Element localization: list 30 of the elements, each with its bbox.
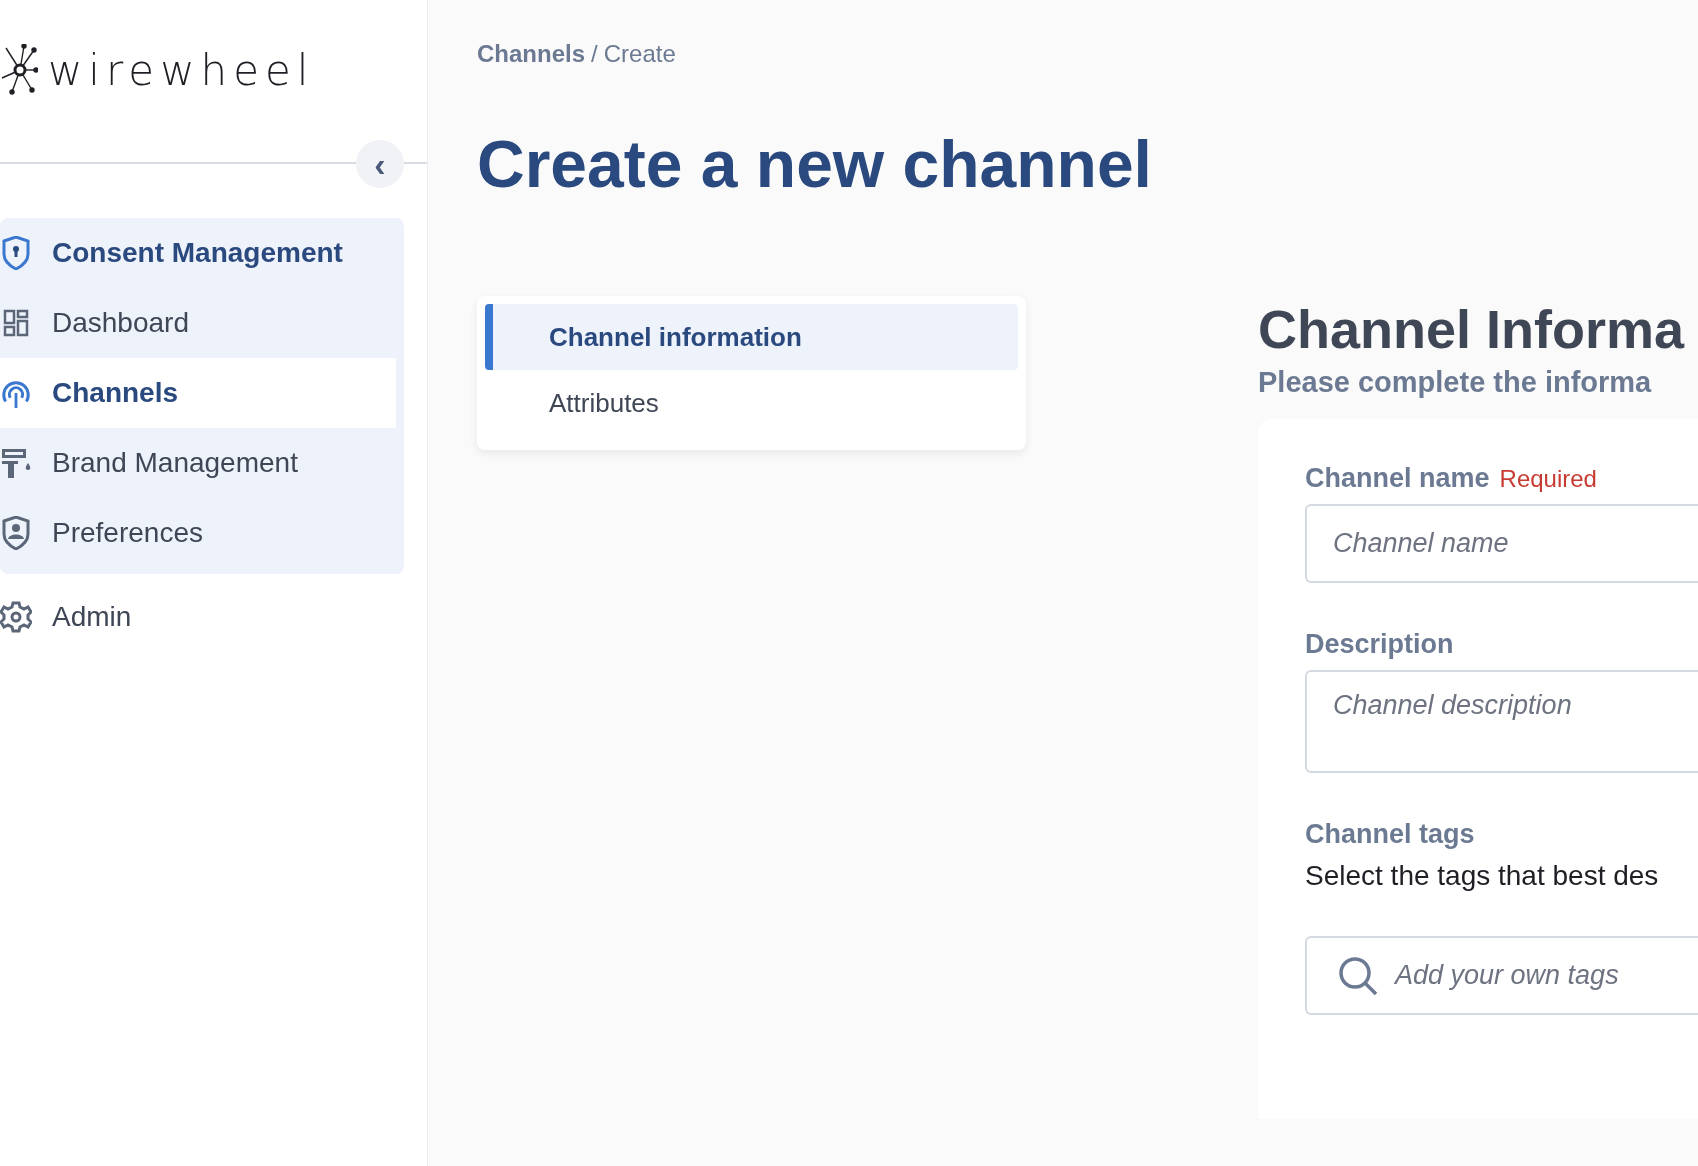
required-label: Required [1499, 465, 1597, 493]
breadcrumb-link[interactable]: Channels [477, 40, 586, 68]
shield-icon [1, 236, 31, 270]
section-title: Channel Informa [1258, 298, 1686, 361]
step-tab[interactable]: Channel information [485, 304, 1018, 370]
breadcrumb-current: Create [603, 40, 676, 68]
breadcrumb-separator: / [591, 40, 598, 68]
page-title: Create a new channel [477, 126, 1153, 203]
sidebar-item[interactable]: Dashboard [0, 288, 396, 358]
sidebar-item[interactable]: Brand Management [0, 428, 396, 498]
sidebar-item[interactable]: Preferences [0, 498, 396, 568]
step-tab[interactable]: Attributes [485, 370, 1018, 436]
paint-roller-icon [0, 446, 32, 480]
field-label: Channel name [1305, 463, 1490, 494]
section-subtitle: Please complete the informa [1258, 366, 1653, 399]
logo-text: wirewheel [48, 45, 315, 95]
text-area[interactable]: Channel description [1305, 670, 1698, 773]
field-label: Channel tags [1305, 819, 1475, 850]
collapse-button[interactable]: ‹ [356, 140, 404, 188]
help-text: Select the tags that best des [1305, 860, 1660, 892]
search-icon [1337, 954, 1379, 997]
user-shield-icon [1, 516, 31, 550]
gear-icon [0, 601, 32, 633]
field-label: Description [1305, 629, 1454, 660]
sidebar-item[interactable]: Admin [0, 582, 396, 652]
text-field[interactable]: Channel name [1305, 504, 1698, 583]
dashboard-icon [3, 309, 29, 337]
sidebar-item[interactable]: Channels [0, 358, 396, 428]
sidebar-item[interactable]: Consent Management [0, 218, 396, 288]
tags-search-field[interactable]: Add your own tags [1305, 936, 1698, 1015]
